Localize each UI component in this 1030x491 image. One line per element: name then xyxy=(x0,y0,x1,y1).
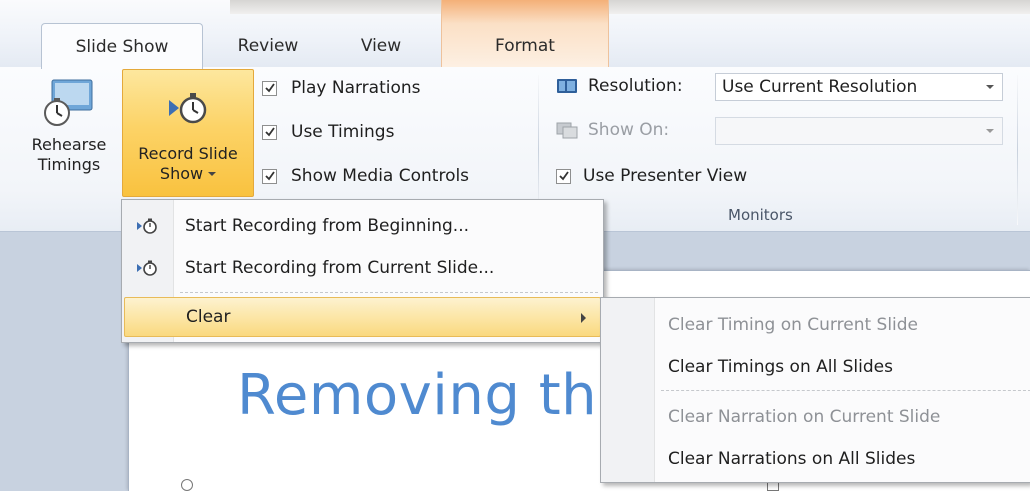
resolution-icon xyxy=(557,79,577,93)
checkbox-icon xyxy=(556,168,571,184)
rehearse-timings-button[interactable]: Rehearse Timings xyxy=(20,75,118,205)
tab-label: View xyxy=(360,35,402,56)
tab-label: Review xyxy=(237,35,299,56)
submenu-item-clear-timings-all[interactable]: Clear Timings on All Slides xyxy=(601,346,1030,388)
use-presenter-view-checkbox[interactable]: Use Presenter View xyxy=(556,166,747,186)
resolution-value: Use Current Resolution xyxy=(722,77,918,97)
submenu-item-clear-narration-current[interactable]: Clear Narration on Current Slide xyxy=(601,396,1030,438)
show-on-icon xyxy=(556,122,578,139)
record-slide-show-button[interactable]: Record Slide Show xyxy=(122,69,254,197)
tab-review[interactable]: Review xyxy=(218,23,318,68)
record-slide-show-menu: Start Recording from Beginning... Start … xyxy=(121,199,604,343)
menu-item-label: Start Recording from Current Slide... xyxy=(185,258,495,278)
menu-separator xyxy=(180,292,598,293)
play-narrations-label: Play Narrations xyxy=(291,78,421,98)
resolution-row: Resolution: xyxy=(556,76,683,96)
record-label-line1: Record Slide xyxy=(138,144,238,163)
menu-item-start-from-current[interactable]: Start Recording from Current Slide... xyxy=(122,247,603,289)
tab-label: Slide Show xyxy=(75,36,169,57)
submenu-item-label: Clear Narration on Current Slide xyxy=(668,407,941,427)
group-divider xyxy=(1017,75,1018,225)
menu-item-start-from-beginning[interactable]: Start Recording from Beginning... xyxy=(122,205,603,247)
submenu-arrow-icon xyxy=(581,313,586,323)
submenu-item-clear-narrations-all[interactable]: Clear Narrations on All Slides xyxy=(601,438,1030,480)
tab-label: Format xyxy=(495,35,555,56)
submenu-item-label: Clear Timings on All Slides xyxy=(668,357,893,377)
submenu-item-label: Clear Timing on Current Slide xyxy=(668,315,919,335)
tab-format[interactable]: Format xyxy=(460,23,590,68)
menu-separator xyxy=(661,390,1030,391)
checkbox-icon xyxy=(262,168,277,184)
resolution-dropdown[interactable]: Use Current Resolution xyxy=(715,73,1003,101)
resize-handle[interactable] xyxy=(181,479,193,491)
submenu-item-label: Clear Narrations on All Slides xyxy=(668,449,916,469)
menu-item-label: Clear xyxy=(186,307,231,327)
monitors-group-label: Monitors xyxy=(728,206,793,224)
show-on-row: Show On: xyxy=(556,120,669,140)
record-icon xyxy=(137,218,157,234)
record-label-line2: Show xyxy=(159,164,204,183)
use-presenter-view-label: Use Presenter View xyxy=(583,166,748,186)
ribbon-tab-bar: Slide Show Review View Format xyxy=(0,0,1030,69)
checkbox-icon xyxy=(262,124,277,140)
tab-view[interactable]: View xyxy=(338,23,424,68)
chevron-down-icon xyxy=(986,129,994,133)
use-timings-checkbox[interactable]: Use Timings xyxy=(262,122,394,142)
play-narrations-checkbox[interactable]: Play Narrations xyxy=(262,78,421,98)
record-icon xyxy=(137,260,157,276)
window-title-strip xyxy=(230,0,1030,14)
rehearse-label-line2: Timings xyxy=(37,155,101,174)
tab-slide-show[interactable]: Slide Show xyxy=(41,23,203,69)
rehearse-label-line1: Rehearse xyxy=(31,135,107,154)
slide-title[interactable]: Removing th xyxy=(237,363,597,428)
record-icon xyxy=(169,93,207,124)
show-media-controls-label: Show Media Controls xyxy=(291,166,470,186)
menu-item-clear[interactable]: Clear xyxy=(124,297,601,337)
use-timings-label: Use Timings xyxy=(291,122,395,142)
menu-item-label: Start Recording from Beginning... xyxy=(185,216,470,236)
chevron-down-icon xyxy=(208,172,217,176)
record-label-line2-wrap: Show xyxy=(159,164,217,184)
rehearse-timings-icon xyxy=(44,79,93,126)
submenu-item-clear-timing-current[interactable]: Clear Timing on Current Slide xyxy=(601,304,1030,346)
show-on-label: Show On: xyxy=(588,120,670,140)
show-on-dropdown[interactable] xyxy=(715,117,1003,145)
show-media-controls-checkbox[interactable]: Show Media Controls xyxy=(262,166,469,186)
clear-submenu: Clear Timing on Current Slide Clear Timi… xyxy=(600,297,1030,483)
resolution-label: Resolution: xyxy=(588,76,683,96)
chevron-down-icon xyxy=(986,85,994,89)
checkbox-icon xyxy=(262,80,277,96)
